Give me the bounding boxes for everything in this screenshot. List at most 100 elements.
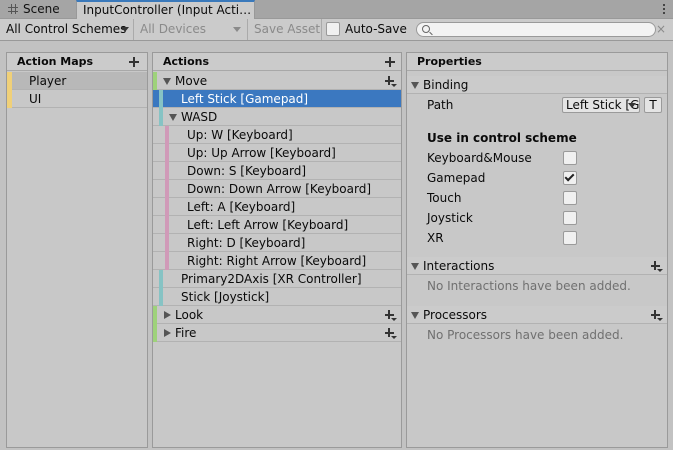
- part-stripe: [165, 234, 169, 252]
- binding-label: Stick [Joystick]: [181, 290, 270, 304]
- scheme-checkbox[interactable]: [563, 191, 577, 205]
- action-maps-header: Action Maps: [7, 53, 147, 71]
- search-icon: [422, 25, 430, 33]
- action-map-player[interactable]: Player: [7, 72, 147, 90]
- search-input[interactable]: [416, 22, 656, 37]
- add-interaction-icon[interactable]: [651, 261, 663, 272]
- binding-label: Primary2DAxis [XR Controller]: [181, 272, 362, 286]
- chevron-down-icon: [121, 27, 129, 32]
- tab-menu-icon[interactable]: [661, 0, 667, 19]
- action-move[interactable]: Move: [153, 72, 401, 90]
- add-processor-icon[interactable]: [651, 310, 663, 321]
- composite-label: WASD: [181, 110, 218, 124]
- tab-strip: Scene InputController (Input Acti…: [0, 0, 673, 19]
- action-label: Look: [175, 308, 204, 322]
- binding-stripe: [159, 90, 163, 108]
- part-stripe: [165, 180, 169, 198]
- action-fire[interactable]: Fire: [153, 324, 401, 342]
- scheme-label: Keyboard&Mouse: [427, 151, 532, 165]
- tab-scene[interactable]: Scene: [0, 0, 76, 19]
- checkmark-icon: [564, 171, 575, 182]
- processors-empty-text: No Processors have been added.: [427, 328, 624, 342]
- part-label: Left: Left Arrow [Keyboard]: [187, 218, 349, 232]
- path-text-mode-button[interactable]: T: [644, 97, 662, 113]
- interactions-empty-text: No Interactions have been added.: [427, 279, 631, 293]
- part-binding[interactable]: Left: A [Keyboard]: [153, 198, 401, 216]
- part-label: Up: W [Keyboard]: [187, 128, 293, 142]
- properties-panel: Properties Binding Path Left Stick [Ga T…: [406, 52, 668, 448]
- map-stripe: [7, 72, 12, 90]
- expand-down-icon[interactable]: [411, 263, 419, 270]
- binding-stick-joystick[interactable]: Stick [Joystick]: [153, 288, 401, 306]
- part-binding[interactable]: Right: Right Arrow [Keyboard]: [153, 252, 401, 270]
- action-label: Fire: [175, 326, 197, 340]
- processors-section-header[interactable]: Processors: [407, 306, 667, 324]
- expand-down-icon[interactable]: [411, 312, 419, 319]
- part-stripe: [165, 126, 169, 144]
- scheme-heading: Use in control scheme: [427, 131, 577, 145]
- scheme-checkbox[interactable]: [563, 231, 577, 245]
- binding-left-stick[interactable]: Left Stick [Gamepad]: [153, 90, 401, 108]
- scheme-checkbox[interactable]: [563, 151, 577, 165]
- auto-save-label: Auto-Save: [345, 22, 407, 36]
- part-label: Down: S [Keyboard]: [187, 164, 307, 178]
- expand-down-icon[interactable]: [411, 82, 419, 89]
- path-dropdown[interactable]: Left Stick [Ga: [562, 97, 640, 113]
- map-label: Player: [29, 74, 67, 88]
- section-title: Interactions: [423, 259, 495, 273]
- search-clear-button[interactable]: ×: [655, 22, 667, 37]
- actions-header: Actions: [153, 53, 401, 71]
- part-binding[interactable]: Down: S [Keyboard]: [153, 162, 401, 180]
- part-label: Left: A [Keyboard]: [187, 200, 296, 214]
- expand-right-icon[interactable]: [164, 311, 171, 319]
- save-asset-label: Save Asset: [254, 22, 321, 36]
- part-binding[interactable]: Down: Down Arrow [Keyboard]: [153, 180, 401, 198]
- interactions-section-header[interactable]: Interactions: [407, 257, 667, 275]
- add-binding-icon[interactable]: [385, 328, 397, 339]
- action-look[interactable]: Look: [153, 306, 401, 324]
- action-label: Move: [175, 74, 208, 88]
- add-action-icon[interactable]: [385, 57, 395, 67]
- save-asset-button[interactable]: Save Asset: [248, 19, 322, 40]
- part-binding[interactable]: Right: D [Keyboard]: [153, 234, 401, 252]
- devices-dropdown[interactable]: All Devices: [134, 19, 248, 40]
- binding-stripe: [159, 288, 163, 306]
- part-binding[interactable]: Up: W [Keyboard]: [153, 126, 401, 144]
- action-map-ui[interactable]: UI: [7, 90, 147, 108]
- scheme-label: Joystick: [427, 211, 473, 225]
- scheme-checkbox[interactable]: [563, 211, 577, 225]
- binding-primary2daxis[interactable]: Primary2DAxis [XR Controller]: [153, 270, 401, 288]
- action-stripe: [153, 306, 157, 324]
- expand-down-icon[interactable]: [169, 114, 177, 121]
- add-action-map-icon[interactable]: [129, 57, 139, 67]
- expand-right-icon[interactable]: [164, 329, 171, 337]
- part-label: Right: D [Keyboard]: [187, 236, 306, 250]
- expand-down-icon[interactable]: [163, 78, 171, 85]
- section-title: Processors: [423, 308, 488, 322]
- scheme-label: Gamepad: [427, 171, 486, 185]
- composite-wasd[interactable]: WASD: [153, 108, 401, 126]
- properties-header: Properties: [407, 53, 667, 71]
- action-stripe: [153, 324, 157, 342]
- binding-section-header[interactable]: Binding: [407, 76, 667, 94]
- auto-save-checkbox[interactable]: [326, 22, 340, 36]
- part-binding[interactable]: Up: Up Arrow [Keyboard]: [153, 144, 401, 162]
- binding-stripe: [159, 270, 163, 288]
- path-row: Path Left Stick [Ga T: [407, 95, 667, 115]
- part-label: Up: Up Arrow [Keyboard]: [187, 146, 336, 160]
- scheme-heading-row: Use in control scheme: [407, 128, 667, 148]
- part-binding[interactable]: Left: Left Arrow [Keyboard]: [153, 216, 401, 234]
- add-binding-icon[interactable]: [385, 310, 397, 321]
- control-schemes-dropdown[interactable]: All Control Schemes: [0, 19, 134, 40]
- auto-save-toggle[interactable]: Auto-Save: [322, 19, 410, 40]
- tab-label: Scene: [23, 2, 60, 16]
- tab-input-controller[interactable]: InputController (Input Acti…: [76, 0, 255, 19]
- add-binding-icon[interactable]: [385, 76, 397, 87]
- panel-title: Properties: [417, 55, 482, 68]
- grid-icon: [8, 4, 18, 14]
- scheme-row-keyboard-mouse: Keyboard&Mouse: [407, 148, 667, 168]
- scheme-row-xr: XR: [407, 228, 667, 248]
- scheme-checkbox[interactable]: [563, 171, 577, 185]
- tab-label: InputController (Input Acti…: [83, 3, 252, 17]
- scheme-label: XR: [427, 231, 444, 245]
